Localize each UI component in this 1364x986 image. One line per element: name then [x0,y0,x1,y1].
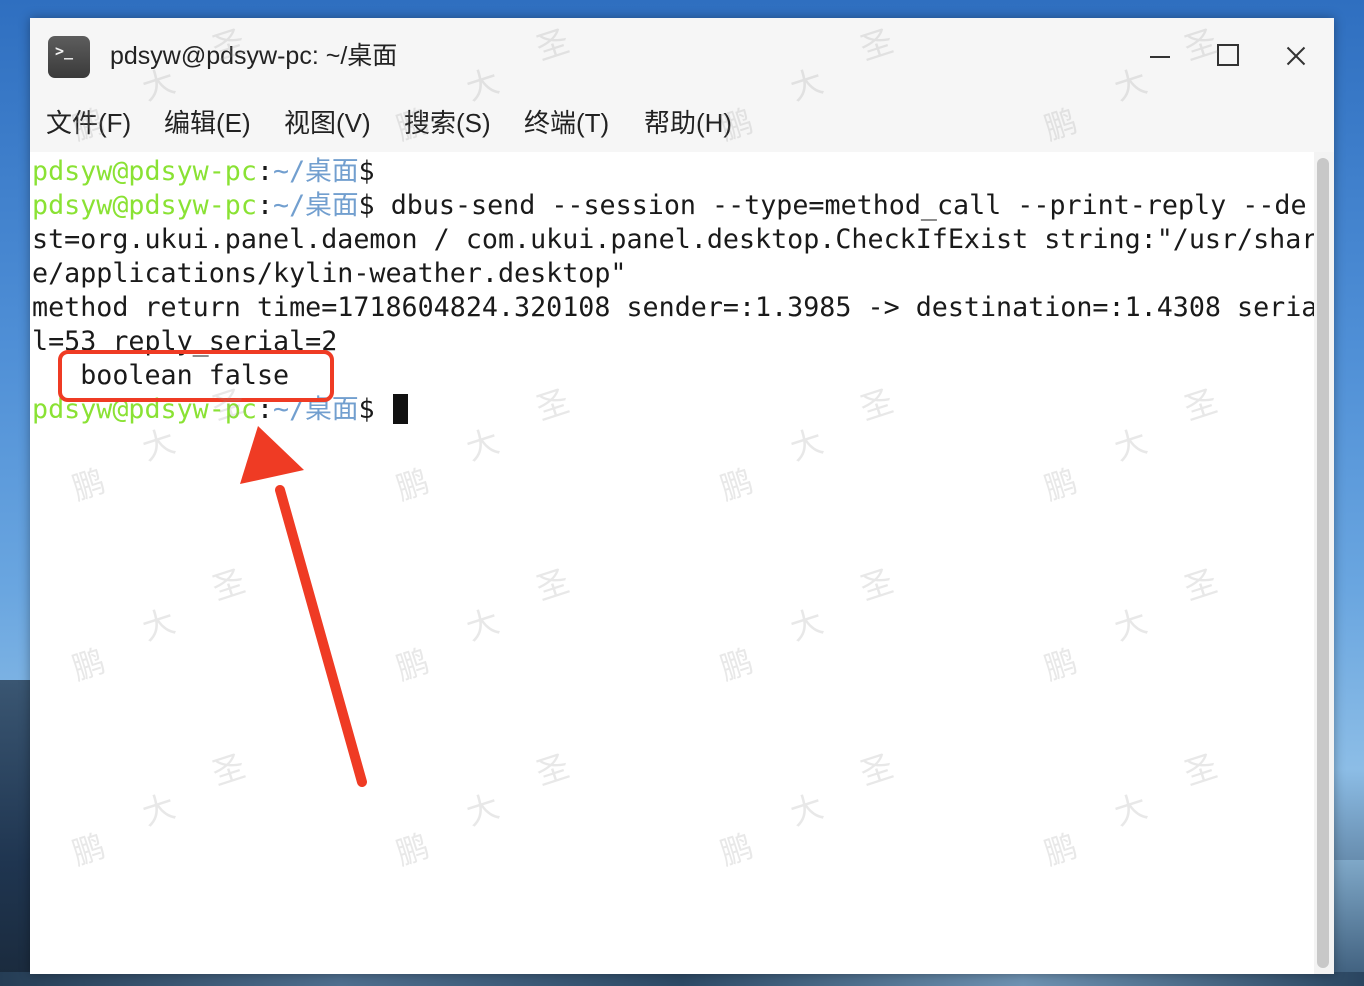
minimize-button[interactable] [1140,38,1180,74]
terminal-line: pdsyw@pdsyw-pc:~/桌面$ dbus-send --session… [32,189,1307,223]
prompt-separator: : [256,156,274,187]
text-cursor [392,394,408,424]
output-text: method return time=1718604824.320108 sen… [32,292,1318,323]
prompt-dollar: $ [358,190,391,221]
prompt-dollar: $ [358,394,391,425]
terminal-output[interactable]: pdsyw@pdsyw-pc:~/桌面$ pdsyw@pdsyw-pc:~/桌面… [30,152,1317,974]
terminal-line: method return time=1718604824.320108 sen… [32,291,1317,325]
menu-terminal[interactable]: 终端(T) [524,104,609,142]
menu-edit[interactable]: 编辑(E) [164,104,251,142]
prompt-path: ~/桌面 [273,156,359,187]
menu-view[interactable]: 视图(V) [284,104,371,142]
terminal-line: st=org.ukui.panel.daemon / com.ukui.pane… [32,223,1317,257]
command-text: e/applications/kylin-weather.desktop" [32,258,627,289]
maximize-button[interactable] [1208,38,1248,74]
command-text: st=org.ukui.panel.daemon / com.ukui.pane… [32,224,1318,255]
menu-search[interactable]: 搜索(S) [404,104,491,142]
prompt-dollar: $ [358,156,391,187]
command-text: dbus-send --session --type=method_call -… [390,190,1307,221]
menu-help[interactable]: 帮助(H) [644,104,732,142]
menu-file[interactable]: 文件(F) [46,104,131,142]
prompt-path: ~/桌面 [273,190,359,221]
menu-bar: 文件(F) 编辑(E) 视图(V) 搜索(S) 终端(T) 帮助(H) [30,94,1334,152]
prompt-separator: : [256,190,274,221]
maximize-icon [1217,44,1239,66]
terminal-app-icon: >_ [48,36,90,78]
minimize-icon [1150,56,1170,58]
desktop-wallpaper-bottom [0,972,1364,986]
annotation-highlight-box [58,350,334,402]
prompt-user-host: pdsyw@pdsyw-pc [32,156,257,187]
close-button[interactable] [1276,38,1316,74]
window-title: pdsyw@pdsyw-pc: ~/桌面 [110,42,398,70]
terminal-window: >_ pdsyw@pdsyw-pc: ~/桌面 文件(F) 编辑(E) 视图(V… [30,18,1334,974]
terminal-line: e/applications/kylin-weather.desktop" [32,257,627,291]
prompt-user-host: pdsyw@pdsyw-pc [32,190,257,221]
title-bar[interactable]: >_ pdsyw@pdsyw-pc: ~/桌面 [30,18,1334,94]
scrollbar-thumb[interactable] [1317,158,1329,968]
terminal-line: pdsyw@pdsyw-pc:~/桌面$ [32,155,391,189]
